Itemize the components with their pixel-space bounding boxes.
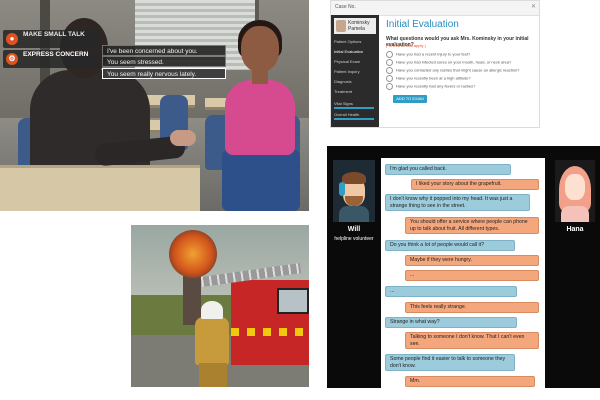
sidebar-item-diagnosis[interactable]: Diagnosis	[334, 79, 352, 84]
checkbox[interactable]	[386, 59, 393, 66]
chat-message-will: I don't know why it popped into my head.…	[385, 194, 530, 211]
avatar-shirt	[339, 206, 369, 222]
sidebar-item-patient-options[interactable]: Patient Options	[334, 39, 361, 44]
smoke-column	[183, 270, 201, 325]
menu-express-concern[interactable]: ⚙ EXPRESS CONCERN	[3, 50, 99, 68]
teacher-hand	[170, 130, 196, 146]
option-label: Have you recently been at a high altitud…	[396, 75, 471, 81]
overall-health-label: Overall Health	[334, 112, 360, 117]
chat-message-hana: You should offer a service where people …	[405, 217, 539, 234]
student-head	[241, 26, 279, 72]
patient-name: Kominsky Pamela	[348, 20, 370, 32]
student-legs	[222, 150, 300, 211]
classroom-simulation: ● MAKE SMALL TALK ⚙ EXPRESS CONCERN I've…	[0, 0, 309, 211]
hana-avatar	[555, 160, 595, 222]
firefighter-scene	[131, 225, 309, 387]
vital-signs-bar	[334, 107, 374, 109]
vital-signs-label: Vital Signs	[334, 101, 353, 106]
left-speaker-role: helpline volunteer	[334, 236, 374, 242]
checkbox[interactable]	[386, 51, 393, 58]
case-evaluation-panel: Case No. ✕ Kominsky Pamela Patient Optio…	[330, 0, 540, 128]
chat-message-will: Strange in what way?	[385, 317, 517, 328]
chat-message-will: Do you think a lot of people would call …	[385, 240, 515, 251]
truck-window	[277, 288, 309, 314]
sidebar-item-treatment[interactable]: Treatment	[334, 89, 352, 94]
evaluation-sidebar: Kominsky Pamela Patient Options Initial …	[331, 15, 379, 127]
firefighter-legs	[199, 363, 227, 387]
patient-avatar	[336, 20, 346, 32]
checkbox[interactable]	[386, 67, 393, 74]
option-label: Have you had infected sores on your mout…	[396, 59, 512, 65]
front-desk	[0, 165, 200, 211]
close-icon[interactable]: ✕	[531, 3, 536, 10]
page-title: Initial Evaluation	[386, 19, 459, 30]
overall-health-bar	[334, 118, 374, 120]
sidebar-item-physical-exam[interactable]: Physical Exam	[334, 59, 360, 64]
chat-message-hana: ...	[405, 270, 539, 281]
chat-message-hana: I liked your story about the grapefruit.	[411, 179, 539, 190]
fire-truck	[231, 280, 309, 365]
gear-icon: ⚙	[6, 53, 18, 65]
chat-transcript: I'm glad you called back. I liked your s…	[381, 158, 545, 388]
menu-label: EXPRESS CONCERN	[23, 51, 89, 58]
left-speaker-name: Will	[347, 226, 361, 233]
truck-stripe	[231, 328, 309, 336]
helpline-chat: Will helpline volunteer Hana I'm glad yo…	[327, 146, 600, 388]
avatar-shirt	[561, 206, 589, 222]
panel-header: Case No. ✕	[331, 1, 539, 16]
question-option[interactable]: Have you had a recent injury to your fee…	[386, 51, 470, 58]
response-option[interactable]: You seem stressed.	[102, 56, 226, 67]
option-label: Have you recently had any fevers or rash…	[396, 83, 476, 89]
avatar-face	[565, 174, 585, 200]
chat-message-will: I'm glad you called back.	[385, 164, 511, 175]
menu-make-small-talk[interactable]: ● MAKE SMALL TALK	[3, 30, 99, 48]
headset-icon	[339, 182, 345, 196]
will-avatar	[333, 160, 375, 222]
chat-message-hana: Maybe if they were hungry.	[405, 255, 539, 266]
sidebar-item-initial-evaluation[interactable]: Initial Evaluation	[334, 49, 363, 54]
chat-message-hana: This feels really strange.	[405, 302, 539, 313]
checkbox[interactable]	[386, 83, 393, 90]
hint-text: ( Check all that apply )	[386, 43, 426, 48]
explosion-fireball	[169, 230, 217, 278]
avatar-hair	[342, 172, 366, 184]
case-number-label: Case No.	[335, 4, 356, 10]
firefighter-figure	[195, 317, 229, 365]
chat-message-will: Some people find it easier to talk to so…	[385, 354, 515, 371]
chat-message-will: ...	[385, 286, 517, 297]
student-figure	[225, 80, 295, 155]
firefighter-helmet	[201, 301, 223, 319]
question-option[interactable]: Have you contacted any rashes that might…	[386, 67, 519, 74]
patient-card: Kominsky Pamela	[334, 18, 376, 34]
sidebar-item-patient-inquiry[interactable]: Patient Inquiry	[334, 69, 360, 74]
option-label: Have you contacted any rashes that might…	[396, 67, 520, 73]
question-option[interactable]: Have you recently been at a high altitud…	[386, 75, 471, 82]
right-speaker-name: Hana	[566, 226, 584, 233]
chat-bubble-icon: ●	[6, 33, 18, 45]
response-option[interactable]: I've been concerned about you.	[102, 45, 226, 56]
teacher-head	[60, 18, 108, 78]
option-label: Have you had a recent injury to your fee…	[396, 51, 471, 57]
checkbox[interactable]	[386, 75, 393, 82]
question-option[interactable]: Have you recently had any fevers or rash…	[386, 83, 475, 90]
question-option[interactable]: Have you had infected sores on your mout…	[386, 59, 511, 66]
menu-label: MAKE SMALL TALK	[23, 31, 85, 38]
chat-message-hana: Talking to someone I don't know. That I …	[405, 332, 539, 349]
response-option[interactable]: You seem really nervous lately.	[102, 68, 226, 79]
add-to-exam-button[interactable]: ADD TO EXAM	[393, 95, 427, 103]
chat-message-hana: Mm.	[405, 376, 535, 387]
